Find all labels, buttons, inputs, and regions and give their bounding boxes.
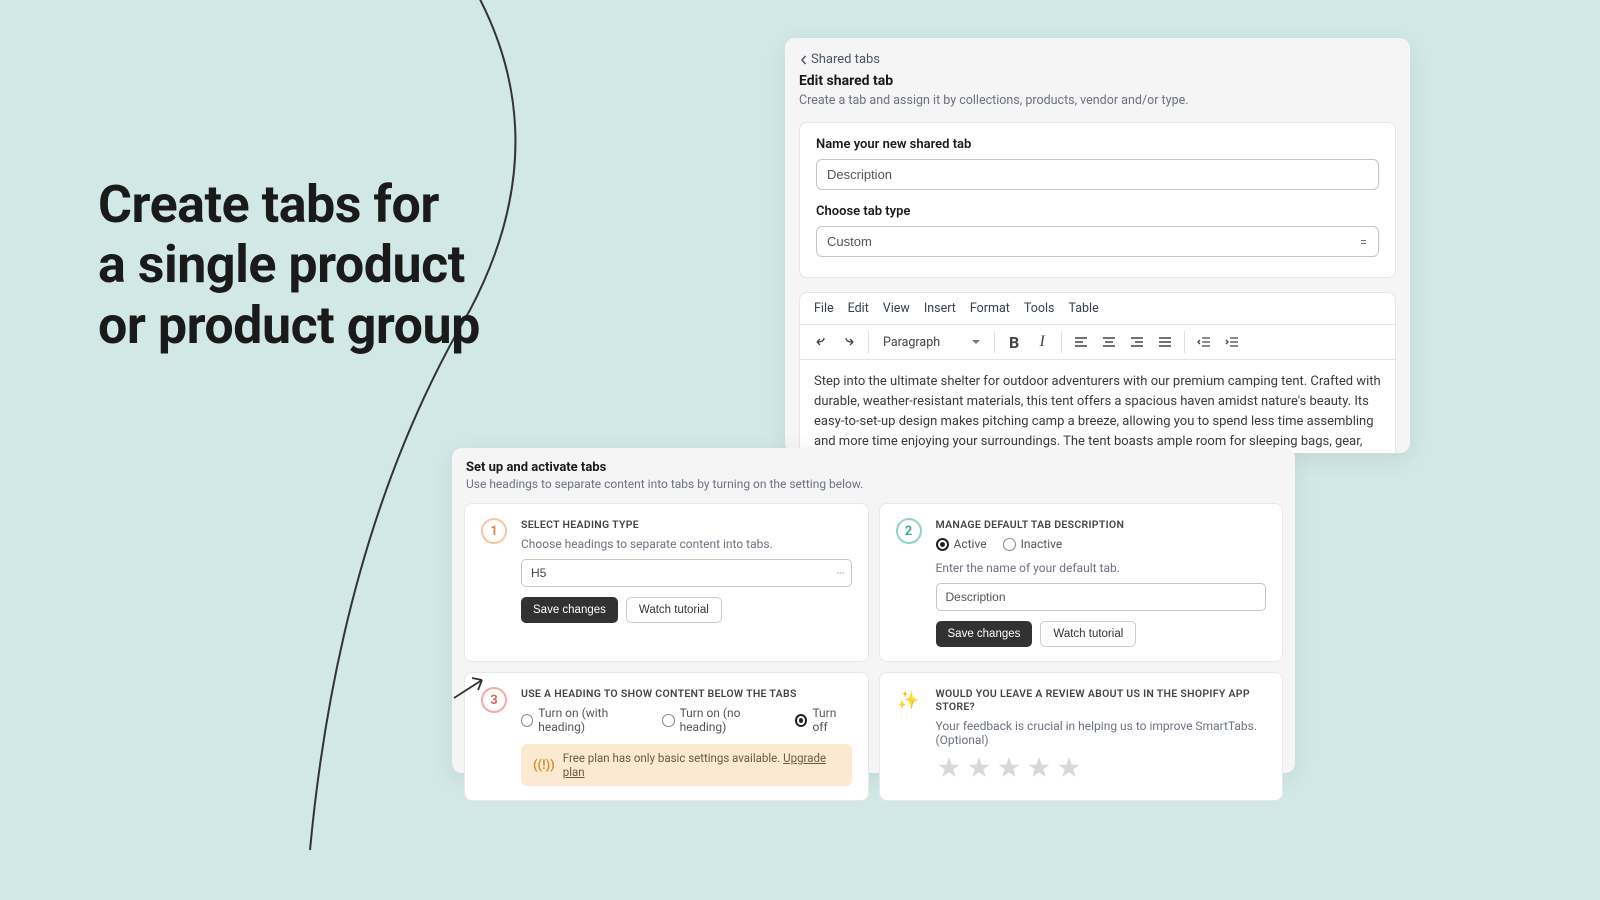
step-badge-2: 2 [896,518,922,544]
star-4[interactable] [1026,755,1052,781]
menu-table[interactable]: Table [1068,301,1098,316]
align-justify-icon[interactable] [1152,329,1178,355]
step-badge-1: 1 [481,518,507,544]
heading-select[interactable] [521,559,852,587]
editor-toolbar: Paragraph B I [800,325,1395,360]
step-2-card: 2 MANAGE DEFAULT TAB DESCRIPTION Active … [879,503,1284,662]
headline: Create tabs for a single product or prod… [98,175,480,356]
save-changes-button-2[interactable]: Save changes [936,621,1033,647]
paragraph-select[interactable]: Paragraph [875,329,988,355]
star-5[interactable] [1056,755,1082,781]
align-right-icon[interactable] [1124,329,1150,355]
back-link[interactable]: Shared tabs [785,38,1410,73]
setup-title: Set up and activate tabs [466,460,1281,475]
italic-icon[interactable]: I [1029,329,1055,355]
review-card: ✨ WOULD YOU LEAVE A REVIEW ABOUT US IN T… [879,672,1284,801]
panel-title: Edit shared tab [799,73,1396,89]
undo-icon[interactable] [808,329,834,355]
radio-inactive[interactable]: Inactive [1003,537,1063,551]
editor-menubar: File Edit View Insert Format Tools Table [800,293,1395,325]
warning-icon: ((!)) [533,758,555,773]
step2-enter: Enter the name of your default tab. [936,561,1267,575]
outdent-icon[interactable] [1191,329,1217,355]
tab-type-select[interactable] [816,226,1379,257]
step-badge-3: 3 [481,687,507,713]
tab-name-input[interactable] [816,159,1379,190]
watch-tutorial-button-2[interactable]: Watch tutorial [1040,621,1136,647]
align-left-icon[interactable] [1068,329,1094,355]
tab-form: Name your new shared tab Choose tab type [799,122,1396,278]
save-changes-button[interactable]: Save changes [521,597,618,623]
review-star-icon: ✨ [896,687,922,713]
step3-title: USE A HEADING TO SHOW CONTENT BELOW THE … [521,687,852,700]
rating-stars [936,755,1267,781]
edit-shared-tab-panel: Shared tabs Edit shared tab Create a tab… [785,38,1410,453]
step-3-card: 3 USE A HEADING TO SHOW CONTENT BELOW TH… [464,672,869,801]
radio-turn-on-heading[interactable]: Turn on (with heading) [521,706,650,734]
redo-icon[interactable] [836,329,862,355]
step1-sub: Choose headings to separate content into… [521,537,852,551]
star-2[interactable] [966,755,992,781]
editor-content[interactable]: Step into the ultimate shelter for outdo… [800,360,1395,453]
menu-file[interactable]: File [814,301,834,316]
star-1[interactable] [936,755,962,781]
name-label: Name your new shared tab [816,137,1379,152]
chevron-left-icon [799,55,809,65]
watch-tutorial-button[interactable]: Watch tutorial [626,597,722,623]
setup-subtitle: Use headings to separate content into ta… [466,477,1281,491]
radio-turn-on-no-heading[interactable]: Turn on (no heading) [662,706,783,734]
review-sub: Your feedback is crucial in helping us t… [936,719,1267,747]
menu-view[interactable]: View [883,301,910,316]
step-1-card: 1 SELECT HEADING TYPE Choose headings to… [464,503,869,662]
align-center-icon[interactable] [1096,329,1122,355]
step2-title: MANAGE DEFAULT TAB DESCRIPTION [936,518,1267,531]
panel-subtitle: Create a tab and assign it by collection… [799,93,1396,108]
bold-icon[interactable]: B [1001,329,1027,355]
radio-turn-off[interactable]: Turn off [795,706,851,734]
type-label: Choose tab type [816,204,1379,219]
radio-active[interactable]: Active [936,537,987,551]
default-tab-input[interactable] [936,583,1267,611]
menu-format[interactable]: Format [970,301,1010,316]
menu-insert[interactable]: Insert [924,301,956,316]
review-title: WOULD YOU LEAVE A REVIEW ABOUT US IN THE… [936,687,1267,713]
upgrade-banner: ((!)) Free plan has only basic settings … [521,744,852,786]
star-3[interactable] [996,755,1022,781]
step1-title: SELECT HEADING TYPE [521,518,852,531]
menu-edit[interactable]: Edit [848,301,869,316]
setup-panel: Set up and activate tabs Use headings to… [452,448,1295,773]
menu-tools[interactable]: Tools [1024,301,1055,316]
rich-text-editor: File Edit View Insert Format Tools Table… [799,292,1396,453]
indent-icon[interactable] [1219,329,1245,355]
